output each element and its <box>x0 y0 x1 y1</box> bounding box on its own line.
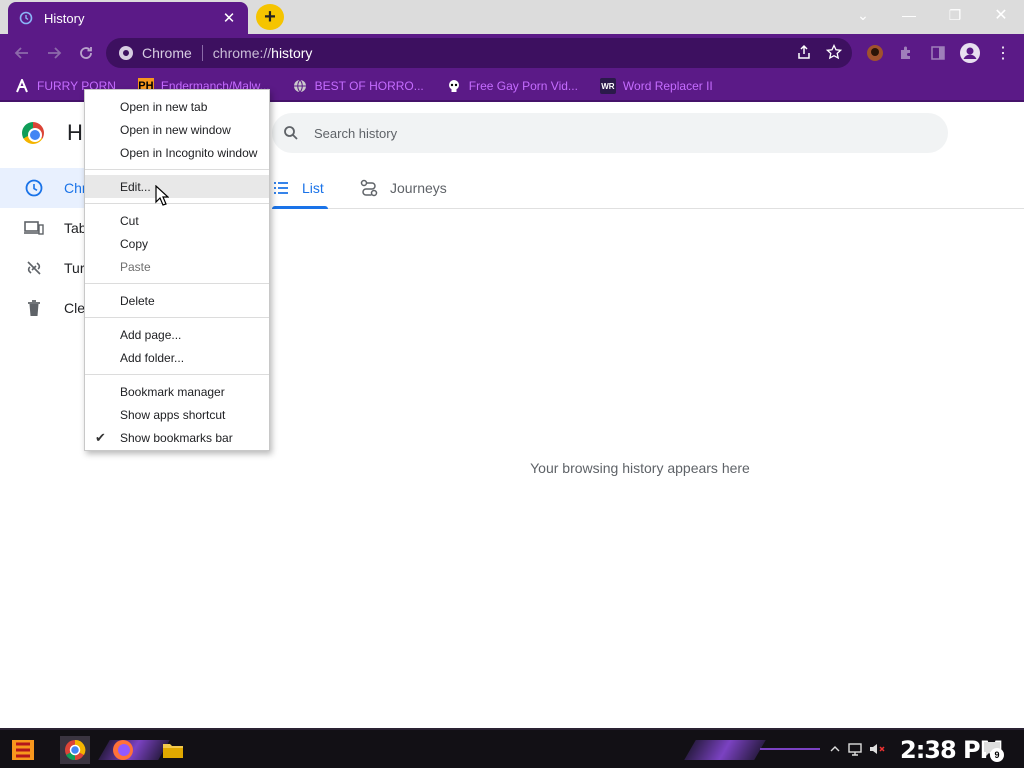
chrome-logo-icon <box>22 122 44 144</box>
new-tab-button[interactable]: + <box>256 4 284 30</box>
address-bar[interactable]: Chrome chrome:// history <box>106 38 852 68</box>
menu-item-paste[interactable]: Paste <box>85 255 269 278</box>
history-favicon-icon <box>18 10 34 26</box>
bookmark-context-menu: Open in new tab Open in new window Open … <box>84 89 270 451</box>
extensions-puzzle-icon[interactable] <box>895 42 917 64</box>
taskbar-decoration <box>684 740 766 760</box>
trash-icon <box>24 298 44 318</box>
share-icon[interactable] <box>796 44 812 63</box>
taskbar-file-explorer-icon[interactable] <box>158 736 188 764</box>
notification-count-badge: 9 <box>990 748 1004 762</box>
history-tabs: List Journeys <box>272 166 1024 209</box>
menu-item-delete[interactable]: Delete <box>85 289 269 312</box>
menu-item-open-new-window[interactable]: Open in new window <box>85 118 269 141</box>
menu-item-show-bookmarks-bar[interactable]: ✔ Show bookmarks bar <box>85 426 269 449</box>
network-icon[interactable] <box>846 740 864 758</box>
menu-item-open-incognito[interactable]: Open in Incognito window <box>85 141 269 164</box>
tab-label: List <box>302 179 324 196</box>
menu-kebab-icon[interactable]: ⋮ <box>992 42 1014 64</box>
sidebar-item-label: Cle <box>64 300 86 316</box>
bookmark-label: BEST OF HORRO... <box>314 79 424 93</box>
side-panel-icon[interactable] <box>927 42 949 64</box>
menu-separator <box>85 374 269 375</box>
browser-tab-history[interactable]: History ✕ <box>8 2 248 34</box>
menu-item-copy[interactable]: Copy <box>85 232 269 255</box>
menu-item-cut[interactable]: Cut <box>85 209 269 232</box>
site-info-chip[interactable]: Chrome <box>118 45 192 61</box>
checkmark-icon: ✔ <box>95 430 106 445</box>
menu-separator <box>85 169 269 170</box>
skull-icon <box>446 78 462 94</box>
tab-strip: History ✕ + ⌄ — ❐ ✕ <box>0 0 1024 34</box>
tab-title: History <box>44 10 85 26</box>
bookmark-wr-icon: WR <box>599 78 616 94</box>
reload-icon[interactable] <box>74 41 98 65</box>
menu-item-label: Show bookmarks bar <box>120 430 233 445</box>
list-icon <box>272 179 290 197</box>
devices-icon <box>24 218 44 238</box>
journeys-icon <box>360 179 378 197</box>
back-arrow-icon[interactable] <box>10 41 34 65</box>
empty-history-message: Your browsing history appears here <box>530 460 750 476</box>
active-tab-indicator <box>272 206 328 209</box>
menu-item-add-folder[interactable]: Add folder... <box>85 346 269 369</box>
profile-extension-avatar[interactable] <box>864 42 886 64</box>
bookmark-item[interactable]: WR Word Replacer II <box>599 78 713 94</box>
profile-avatar-icon[interactable] <box>959 42 981 64</box>
mouse-cursor-icon <box>155 185 169 206</box>
bookmark-item[interactable]: Free Gay Porn Vid... <box>446 78 578 94</box>
tab-search-dropdown-icon[interactable]: ⌄ <box>840 0 886 30</box>
bookmark-star-icon[interactable] <box>825 43 843 63</box>
menu-separator <box>85 283 269 284</box>
menu-separator <box>85 317 269 318</box>
restore-button[interactable]: ❐ <box>932 0 978 30</box>
taskbar-decoration-line <box>760 748 820 750</box>
site-label: Chrome <box>142 45 192 61</box>
browser-toolbar: Chrome chrome:// history ⋮ <box>0 34 1024 72</box>
menu-separator <box>85 203 269 204</box>
bookmark-label: Free Gay Porn Vid... <box>468 79 578 93</box>
taskbar: 2:38 PM 9 <box>0 728 1024 768</box>
bookmark-label: Word Replacer II <box>622 79 713 93</box>
menu-item-open-new-tab[interactable]: Open in new tab <box>85 95 269 118</box>
close-window-button[interactable]: ✕ <box>978 0 1024 30</box>
page-title: H <box>67 120 83 145</box>
volume-muted-icon[interactable] <box>868 740 886 758</box>
taskbar-chrome-icon[interactable] <box>60 736 90 764</box>
search-icon <box>282 124 300 142</box>
tab-label: Journeys <box>390 179 447 196</box>
globe-icon <box>292 78 308 94</box>
tray-chevron-up-icon[interactable] <box>826 740 844 758</box>
tab-close-icon[interactable]: ✕ <box>220 9 238 27</box>
chrome-site-icon <box>119 46 133 60</box>
search-placeholder: Search history <box>314 125 398 141</box>
screen: History ✕ + ⌄ — ❐ ✕ Chrome chrome:// his… <box>0 0 1024 768</box>
clock-icon <box>24 178 44 198</box>
taskbar-firefox-icon[interactable] <box>108 736 138 764</box>
menu-item-bookmark-manager[interactable]: Bookmark manager <box>85 380 269 403</box>
search-history-input[interactable]: Search history <box>272 113 948 153</box>
tab-list[interactable]: List <box>272 166 328 209</box>
url-host: history <box>271 45 313 61</box>
omnibox-separator <box>201 45 203 61</box>
bookmark-item[interactable]: BEST OF HORRO... <box>292 78 424 94</box>
menu-item-show-apps-shortcut[interactable]: Show apps shortcut <box>85 403 269 426</box>
sidebar-item-label: Tur <box>64 260 85 276</box>
menu-item-edit[interactable]: Edit... <box>85 175 269 198</box>
bookmark-a-icon <box>14 78 30 94</box>
url-scheme: chrome:// <box>212 45 272 61</box>
link-off-icon <box>24 258 44 278</box>
minimize-button[interactable]: — <box>886 0 932 30</box>
menu-item-add-page[interactable]: Add page... <box>85 323 269 346</box>
forward-arrow-icon[interactable] <box>42 41 66 65</box>
start-button[interactable] <box>8 736 38 764</box>
tab-journeys[interactable]: Journeys <box>360 166 447 209</box>
